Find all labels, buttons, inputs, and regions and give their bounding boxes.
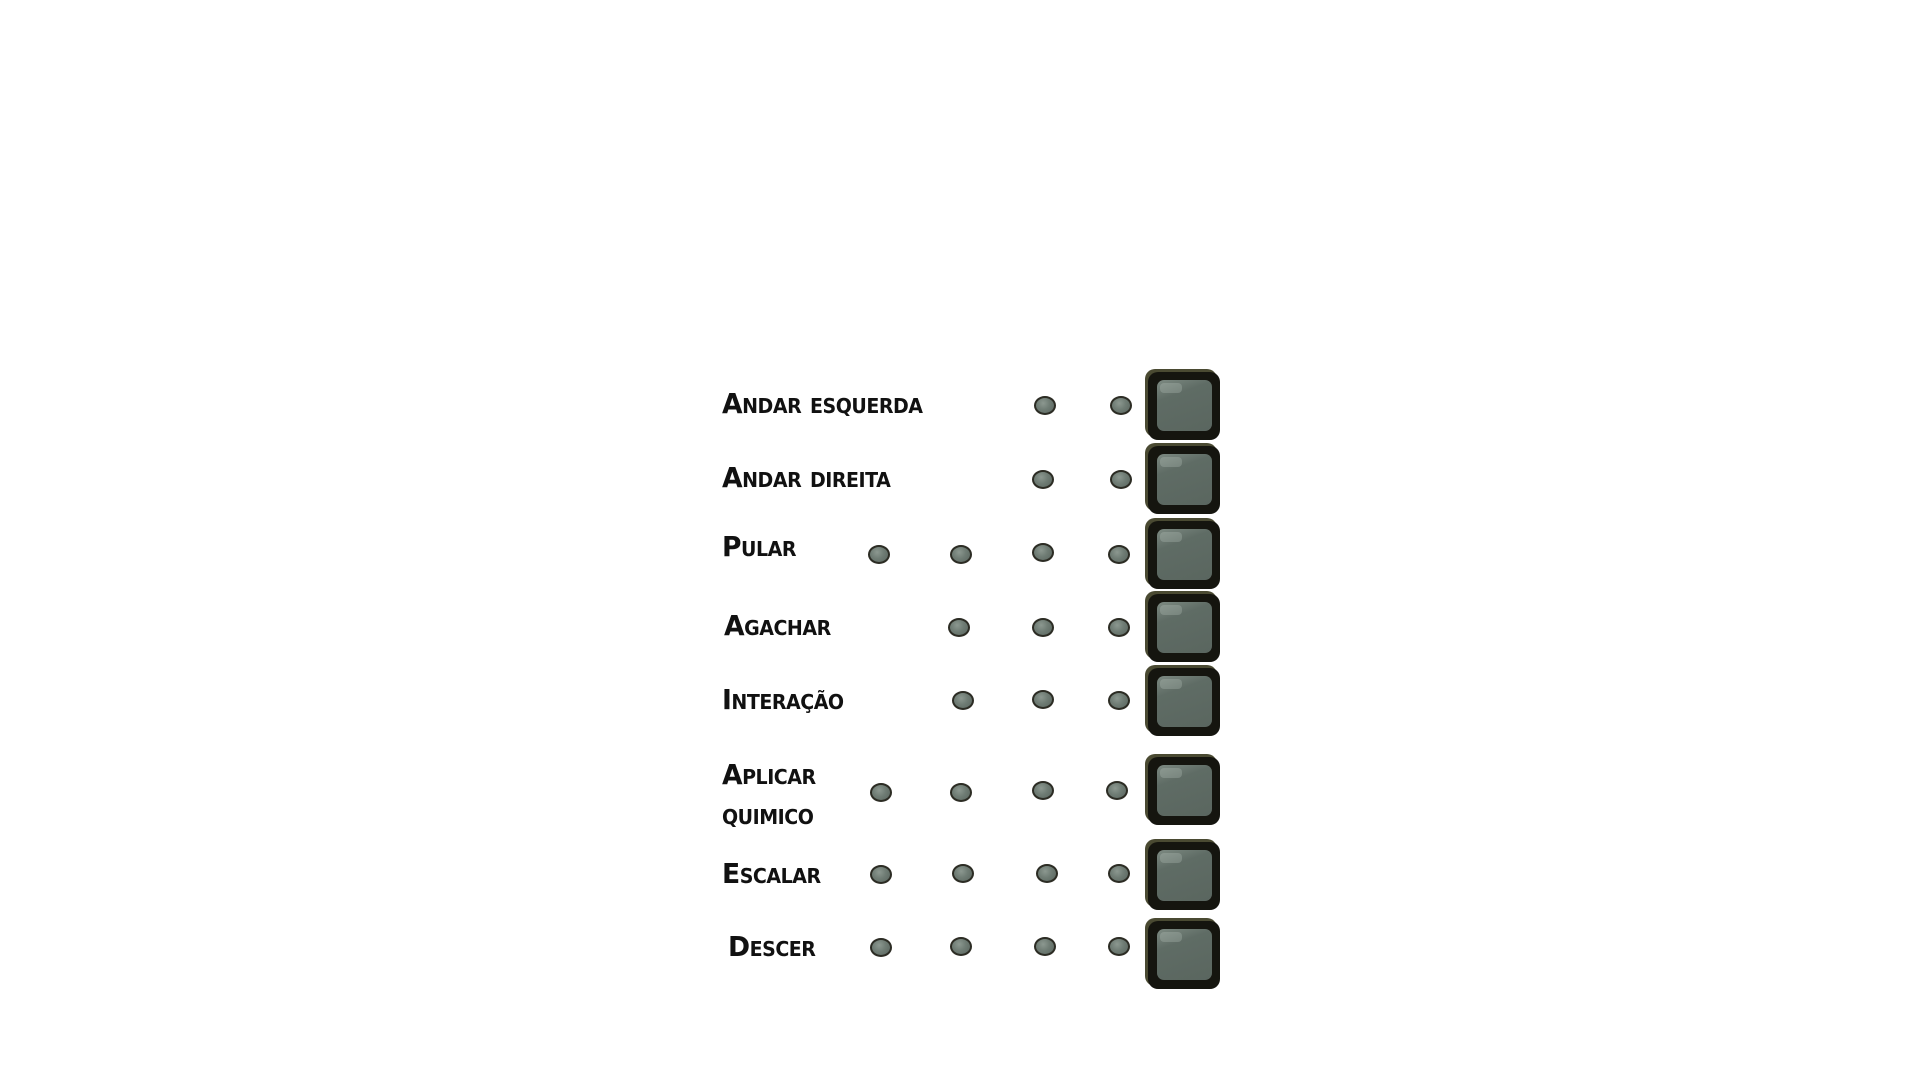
control-label: Andar direita — [722, 461, 891, 494]
dot-icon — [1108, 864, 1130, 883]
dot-icon — [1108, 691, 1130, 710]
dot-icon — [1110, 470, 1132, 489]
key-binding-button[interactable] — [1148, 668, 1220, 736]
dot-icon — [952, 864, 974, 883]
dot-icon — [1108, 937, 1130, 956]
dot-icon — [950, 937, 972, 956]
dot-icon — [950, 783, 972, 802]
dot-icon — [1032, 543, 1054, 562]
key-binding-button[interactable] — [1148, 521, 1220, 589]
dot-icon — [1110, 396, 1132, 415]
dot-icon — [952, 691, 974, 710]
dot-icon — [870, 938, 892, 957]
control-label-line2: quimico — [722, 798, 814, 831]
dot-icon — [1032, 781, 1054, 800]
control-label: Agachar — [724, 609, 831, 642]
key-binding-button[interactable] — [1148, 842, 1220, 910]
dot-icon — [1108, 618, 1130, 637]
dot-icon — [950, 545, 972, 564]
dot-icon — [1108, 545, 1130, 564]
dot-icon — [1032, 618, 1054, 637]
dot-icon — [1032, 470, 1054, 489]
dot-icon — [1034, 396, 1056, 415]
control-label: Aplicar — [722, 758, 816, 791]
key-binding-button[interactable] — [1148, 921, 1220, 989]
key-binding-button[interactable] — [1148, 757, 1220, 825]
dot-icon — [1032, 690, 1054, 709]
control-label: Andar esquerda — [722, 387, 923, 420]
dot-icon — [1034, 937, 1056, 956]
dot-icon — [868, 545, 890, 564]
controls-screen: Andar esquerda Andar direita Pular Agach… — [0, 0, 1920, 1080]
dot-icon — [1106, 781, 1128, 800]
control-label: Descer — [728, 930, 816, 963]
dot-icon — [870, 865, 892, 884]
control-label: Pular — [722, 530, 796, 563]
control-label: Escalar — [722, 857, 821, 890]
dot-icon — [1036, 864, 1058, 883]
key-binding-button[interactable] — [1148, 372, 1220, 440]
control-label: Interação — [722, 683, 844, 716]
dot-icon — [948, 618, 970, 637]
key-binding-button[interactable] — [1148, 446, 1220, 514]
key-binding-button[interactable] — [1148, 594, 1220, 662]
dot-icon — [870, 783, 892, 802]
